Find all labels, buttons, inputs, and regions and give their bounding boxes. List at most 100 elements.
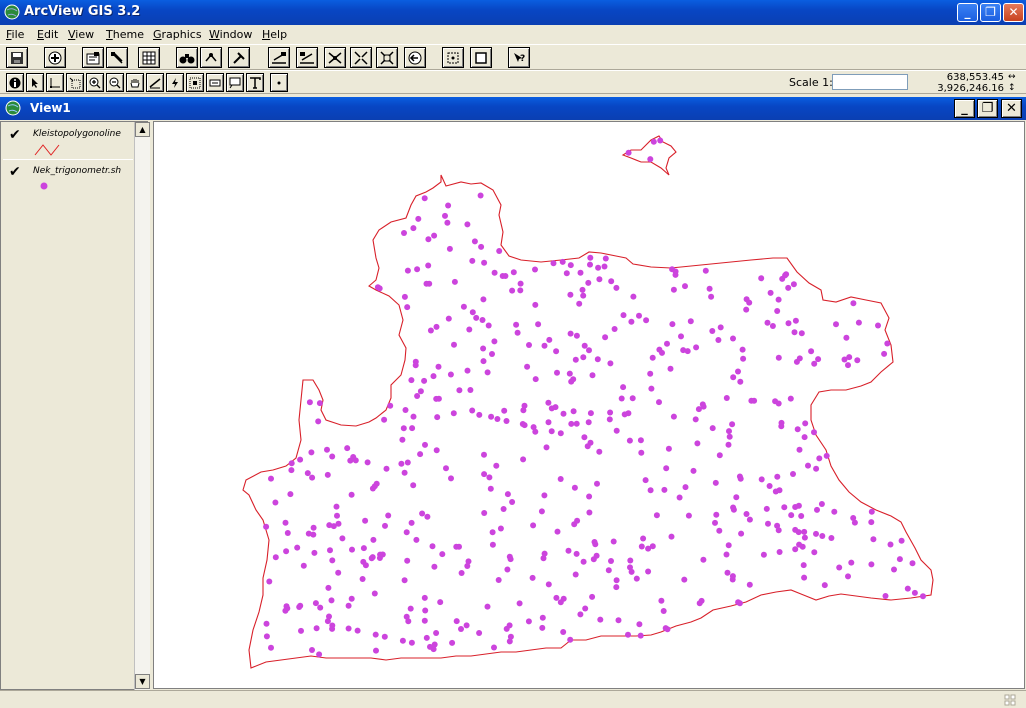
trig-point: [430, 373, 437, 380]
map-canvas[interactable]: [154, 122, 1024, 688]
theme-visibility-checkbox[interactable]: ✔: [9, 164, 21, 180]
select-features-icon[interactable]: [442, 47, 464, 68]
menu-edit[interactable]: Edit: [37, 28, 58, 41]
trig-point: [648, 385, 655, 392]
edit-legend-icon[interactable]: [106, 47, 128, 68]
trig-point: [541, 550, 548, 557]
trig-point: [592, 541, 599, 548]
theme-entry-points[interactable]: ✔ Nek_trigonometr.sh: [3, 164, 133, 194]
trig-point: [315, 418, 322, 425]
add-theme-icon[interactable]: [44, 47, 66, 68]
trig-point: [594, 356, 601, 363]
trig-point: [485, 322, 492, 329]
toc-scrollbar[interactable]: ▲ ▼: [134, 122, 150, 691]
trig-point: [557, 430, 564, 437]
label-tool-icon[interactable]: [206, 73, 224, 92]
trig-point: [362, 517, 369, 524]
trig-point: [702, 267, 709, 274]
menu-help[interactable]: Help: [262, 28, 287, 41]
scale-input[interactable]: [832, 74, 908, 90]
zoom-in-tool-icon[interactable]: [86, 73, 104, 92]
theme-visibility-checkbox[interactable]: ✔: [9, 127, 21, 143]
trig-point: [676, 494, 683, 501]
text-tool-icon[interactable]: [246, 73, 264, 92]
trig-point: [577, 611, 584, 618]
trig-point: [530, 424, 537, 431]
draw-point-tool-icon[interactable]: [270, 73, 288, 92]
pan-tool-icon[interactable]: [126, 73, 144, 92]
vertex-edit-tool-icon[interactable]: [46, 73, 64, 92]
menu-theme[interactable]: Theme: [106, 28, 144, 41]
measure-tool-icon[interactable]: [146, 73, 164, 92]
zoom-active-themes-icon[interactable]: [296, 47, 318, 68]
zoom-previous-icon[interactable]: [404, 47, 426, 68]
save-project-icon[interactable]: [6, 47, 28, 68]
trig-point: [414, 266, 421, 273]
menu-graphics[interactable]: Graphics: [153, 28, 202, 41]
trig-point: [407, 605, 414, 612]
trig-point: [489, 541, 496, 548]
trig-point: [283, 548, 290, 555]
zoom-out-tool-icon[interactable]: [106, 73, 124, 92]
trig-point: [552, 404, 559, 411]
trig-point: [663, 465, 670, 472]
trig-point: [557, 476, 564, 482]
hotlink-tool-icon[interactable]: [166, 73, 184, 92]
view-close-button[interactable]: ✕: [1001, 99, 1022, 118]
select-feature-tool-icon[interactable]: [66, 73, 84, 92]
scroll-up-icon[interactable]: ▲: [135, 122, 150, 137]
theme-properties-icon[interactable]: [82, 47, 104, 68]
clear-selection-icon[interactable]: [470, 47, 492, 68]
identify-tool-icon[interactable]: [6, 73, 24, 92]
trig-point: [882, 593, 889, 599]
trig-point: [799, 543, 806, 550]
trig-point: [469, 407, 476, 414]
view-minimize-button[interactable]: _: [954, 99, 975, 118]
restore-button[interactable]: ❐: [980, 3, 1001, 22]
zoom-out-center-icon[interactable]: [376, 47, 398, 68]
trig-point: [678, 333, 684, 340]
pointer-tool-icon[interactable]: [26, 73, 44, 92]
trig-point: [785, 320, 792, 327]
minimize-button[interactable]: _: [957, 3, 978, 22]
trig-point: [653, 512, 660, 519]
resize-grip-icon[interactable]: [1004, 694, 1016, 706]
trig-point: [500, 506, 507, 512]
zoom-to-selected-icon[interactable]: [324, 47, 346, 68]
trig-point: [733, 494, 740, 501]
menu-window[interactable]: Window: [209, 28, 252, 41]
trig-point: [329, 622, 336, 629]
menu-view[interactable]: View: [68, 28, 94, 41]
zoom-full-extent-icon[interactable]: [268, 47, 290, 68]
map-display[interactable]: [153, 121, 1025, 689]
trig-point: [433, 323, 440, 330]
theme-entry-boundary[interactable]: ✔ Kleistopolygonoline: [3, 127, 133, 160]
area-of-interest-tool-icon[interactable]: [186, 73, 204, 92]
help-icon[interactable]: ?: [508, 47, 530, 68]
view-restore-button[interactable]: ❐: [977, 99, 998, 118]
trig-point: [566, 370, 573, 377]
theme-name: Kleistopolygonoline: [33, 129, 121, 139]
trig-point: [868, 561, 875, 568]
find-icon[interactable]: [176, 47, 198, 68]
trig-point: [481, 451, 487, 458]
open-theme-table-icon[interactable]: [138, 47, 160, 68]
scroll-down-icon[interactable]: ▼: [135, 674, 150, 689]
query-builder-icon[interactable]: [228, 47, 250, 68]
trig-point: [506, 622, 513, 629]
close-button[interactable]: ✕: [1003, 3, 1024, 22]
trig-point: [790, 281, 797, 288]
trig-point: [479, 317, 486, 323]
menu-file[interactable]: File: [6, 28, 24, 41]
callout-tool-icon[interactable]: [226, 73, 244, 92]
trig-point: [325, 584, 332, 591]
trig-point: [669, 321, 676, 328]
trig-point: [788, 512, 795, 519]
zoom-in-center-icon[interactable]: [350, 47, 372, 68]
trig-point: [737, 378, 744, 385]
arcview-globe-icon: [4, 4, 20, 20]
trig-point: [700, 556, 707, 563]
trig-point: [776, 549, 783, 555]
trig-point: [568, 420, 575, 427]
locate-address-icon[interactable]: [200, 47, 222, 68]
